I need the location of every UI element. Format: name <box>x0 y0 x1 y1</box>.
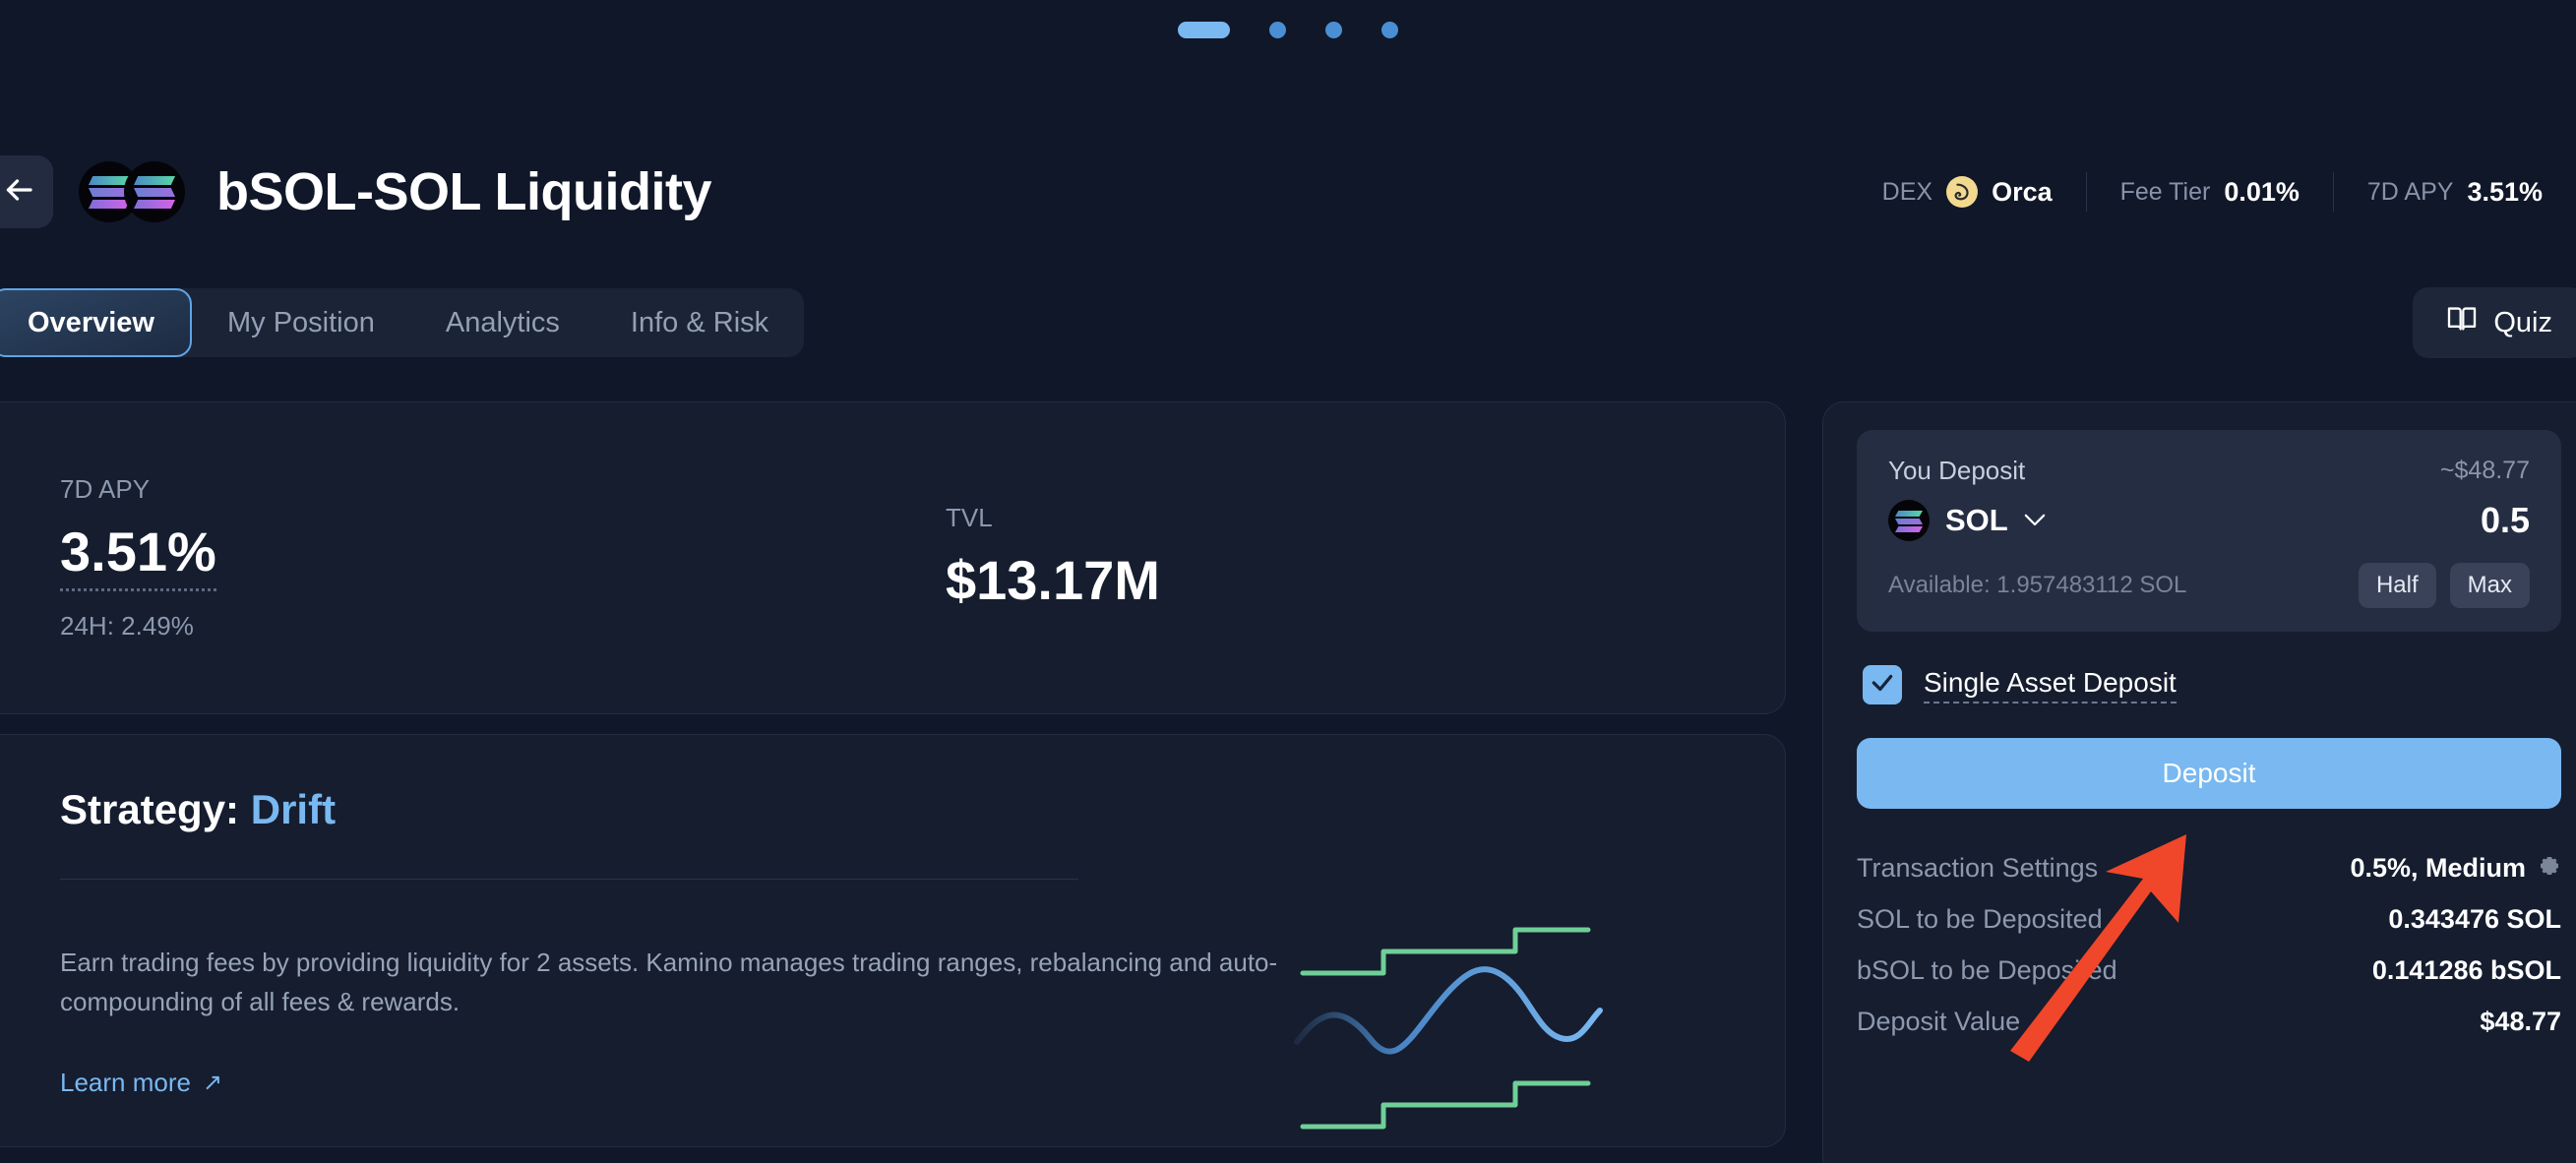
summary-label: SOL to be Deposited <box>1857 904 2103 935</box>
carousel-dot-2[interactable] <box>1269 22 1286 38</box>
apy-label: 7D APY <box>2367 178 2454 207</box>
stat-apy-sub: 24H: 2.49% <box>60 611 946 642</box>
gear-icon[interactable] <box>2538 856 2561 880</box>
stat-apy-value[interactable]: 3.51% <box>60 520 216 590</box>
summary-row-sol-deposited: SOL to be Deposited 0.343476 SOL <box>1857 893 2561 945</box>
fee-tier-value: 0.01% <box>2224 177 2300 208</box>
token-name: SOL <box>1945 503 2008 538</box>
stat-tvl: TVL $13.17M <box>946 503 1160 612</box>
summary-label: Transaction Settings <box>1857 853 2098 884</box>
bsol-sol-pair-icon <box>79 161 185 222</box>
strategy-title: Strategy: Drift <box>60 786 1706 833</box>
learn-more-label: Learn more <box>60 1068 191 1098</box>
summary-row-transaction-settings[interactable]: Transaction Settings 0.5%, Medium <box>1857 842 2561 893</box>
stat-apy-label: 7D APY <box>60 474 946 505</box>
stat-tvl-value: $13.17M <box>946 549 1160 612</box>
dex-label: DEX <box>1882 178 1932 207</box>
tab-overview[interactable]: Overview <box>0 288 192 357</box>
strategy-card: Strategy: Drift Earn trading fees by pro… <box>0 734 1786 1147</box>
deposit-usd-estimate: ~$48.77 <box>2440 457 2530 485</box>
quiz-label: Quiz <box>2493 307 2552 339</box>
main-content: 7D APY 3.51% 24H: 2.49% TVL $13.17M Stra… <box>0 401 1786 1147</box>
tab-info-risk[interactable]: Info & Risk <box>595 288 804 357</box>
arrow-left-icon <box>1 172 36 213</box>
deposit-button[interactable]: Deposit <box>1857 738 2561 809</box>
chevron-down-icon <box>2024 514 2046 527</box>
check-icon <box>1870 670 1895 701</box>
dex-value: Orca <box>1992 177 2053 208</box>
header-metric-apy: 7D APY 3.51% <box>2334 177 2576 208</box>
stats-card: 7D APY 3.51% 24H: 2.49% TVL $13.17M <box>0 401 1786 714</box>
carousel-dot-3[interactable] <box>1325 22 1342 38</box>
tab-bar: Overview My Position Analytics Info & Ri… <box>0 287 2576 358</box>
quiz-button[interactable]: Quiz <box>2413 287 2576 358</box>
deposit-input-card: You Deposit ~$48.77 SOL 0.5 Available: 1… <box>1857 430 2561 632</box>
header-metric-fee-tier: Fee Tier 0.01% <box>2087 177 2333 208</box>
single-asset-checkbox[interactable] <box>1863 665 1902 704</box>
tab-my-position[interactable]: My Position <box>192 288 410 357</box>
summary-label: Deposit Value <box>1857 1007 2020 1037</box>
strategy-prefix: Strategy: <box>60 786 239 832</box>
max-button[interactable]: Max <box>2450 563 2530 608</box>
carousel-dot-1[interactable] <box>1178 22 1230 38</box>
single-asset-deposit-label: Single Asset Deposit <box>1924 667 2177 704</box>
strategy-name[interactable]: Drift <box>251 786 336 832</box>
learn-more-link[interactable]: Learn more ↗ <box>60 1068 222 1098</box>
token-selector[interactable]: SOL <box>1888 500 2046 541</box>
page-header: bSOL-SOL Liquidity DEX Orca Fee Tier 0.0… <box>0 138 2576 246</box>
summary-value: 0.141286 bSOL <box>2372 955 2561 986</box>
carousel-dot-4[interactable] <box>1381 22 1398 38</box>
summary-value: $48.77 <box>2480 1007 2561 1037</box>
back-button[interactable] <box>0 155 53 228</box>
summary-label: bSOL to be Deposited <box>1857 955 2117 986</box>
strategy-illustration <box>1293 916 1716 1147</box>
external-link-icon: ↗ <box>203 1069 222 1097</box>
sol-token-icon <box>1888 500 1930 541</box>
deposit-panel: You Deposit ~$48.77 SOL 0.5 Available: 1… <box>1822 401 2576 1163</box>
summary-row-bsol-deposited: bSOL to be Deposited 0.141286 bSOL <box>1857 945 2561 996</box>
apy-value: 3.51% <box>2467 177 2543 208</box>
deposit-amount-input[interactable]: 0.5 <box>2481 500 2530 541</box>
available-balance: Available: 1.957483112 SOL <box>1888 572 2186 599</box>
tab-analytics[interactable]: Analytics <box>410 288 595 357</box>
stat-apy: 7D APY 3.51% 24H: 2.49% <box>60 474 946 641</box>
book-icon <box>2446 306 2478 339</box>
you-deposit-label: You Deposit <box>1888 456 2025 486</box>
page-title: bSOL-SOL Liquidity <box>216 161 711 222</box>
single-asset-deposit-row[interactable]: Single Asset Deposit <box>1857 665 2561 704</box>
summary-value: 0.5%, Medium <box>2350 853 2526 884</box>
header-metric-dex: DEX Orca <box>1849 176 2086 208</box>
half-button[interactable]: Half <box>2359 563 2436 608</box>
fee-tier-label: Fee Tier <box>2120 178 2211 207</box>
liquidity-pool-page: bSOL-SOL Liquidity DEX Orca Fee Tier 0.0… <box>0 0 2576 1163</box>
deposit-summary: Transaction Settings 0.5%, Medium SOL to… <box>1857 842 2561 1047</box>
divider <box>60 879 1078 880</box>
summary-value: 0.343476 SOL <box>2388 904 2561 935</box>
header-metrics: DEX Orca Fee Tier 0.01% 7D APY 3.51% <box>1849 172 2576 212</box>
stat-tvl-label: TVL <box>946 503 1160 533</box>
summary-row-deposit-value: Deposit Value $48.77 <box>1857 996 2561 1047</box>
strategy-description: Earn trading fees by providing liquidity… <box>60 943 1290 1022</box>
tab-group: Overview My Position Analytics Info & Ri… <box>0 288 804 357</box>
orca-icon <box>1946 176 1978 208</box>
carousel-dots <box>0 22 2576 38</box>
